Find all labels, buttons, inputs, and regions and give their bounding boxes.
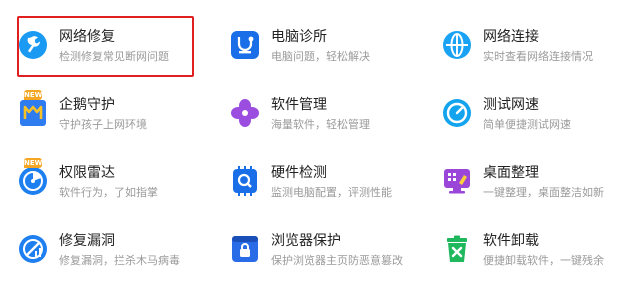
trash-icon <box>442 234 472 264</box>
tool-desc: 检测修复常见断网问题 <box>59 50 169 63</box>
tool-title: 权限雷达 <box>59 165 115 181</box>
tool-title: 修复漏洞 <box>59 233 115 249</box>
tool-pc-clinic[interactable]: 电脑诊所 电脑问题，轻松解决 <box>214 29 414 86</box>
new-badge: NEW <box>24 158 43 168</box>
tool-browser-protection[interactable]: 浏览器保护 保护浏览器主页防恶意篡改 <box>214 233 414 290</box>
wrench-icon <box>18 30 48 60</box>
tool-desc: 简单便捷测试网速 <box>483 118 571 131</box>
new-badge: NEW <box>24 90 43 100</box>
tool-title: 桌面整理 <box>483 165 539 181</box>
tool-desc: 软件行为，了如指掌 <box>59 186 158 199</box>
tool-penguin-guard[interactable]: NEW 企鹅守护 守护孩子上网环境 <box>2 90 202 154</box>
tool-vulnerability-fix[interactable]: 修复漏洞 修复漏洞，拦杀木马病毒 <box>2 233 202 290</box>
tool-title: 硬件检测 <box>271 165 327 181</box>
tool-desc: 电脑问题，轻松解决 <box>271 50 370 63</box>
tool-title: 网络连接 <box>483 29 539 45</box>
tool-title: 软件卸载 <box>483 233 539 249</box>
tool-network-connection[interactable]: 网络连接 实时查看网络连接情况 <box>426 29 626 86</box>
tool-speed-test[interactable]: 测试网速 简单便捷测试网速 <box>426 97 626 154</box>
tools-grid: 网络修复 检测修复常见断网问题 电脑诊所 电脑问题，轻松解决 网络连接 实时查看… <box>0 0 640 276</box>
tool-desktop-organize[interactable]: 桌面整理 一键整理，桌面整洁如新 <box>426 165 626 222</box>
speedometer-icon <box>442 98 472 128</box>
browser-lock-icon <box>230 234 260 264</box>
tool-software-manager[interactable]: 软件管理 海量软件，轻松管理 <box>214 97 414 154</box>
tool-desc: 一键整理，桌面整洁如新 <box>483 186 604 199</box>
tool-software-uninstall[interactable]: 软件卸载 便捷卸载软件，一键残余 <box>426 233 626 290</box>
tool-title: 测试网速 <box>483 97 539 113</box>
tool-desc: 实时查看网络连接情况 <box>483 50 593 63</box>
radar-icon <box>18 166 48 196</box>
petal-icon <box>230 98 260 128</box>
tool-title: 企鹅守护 <box>59 97 115 113</box>
chip-icon <box>230 166 260 196</box>
tool-network-repair[interactable]: 网络修复 检测修复常见断网问题 <box>2 29 202 86</box>
tool-hardware-check[interactable]: 硬件检测 监测电脑配置，评测性能 <box>214 165 414 222</box>
tool-desc: 修复漏洞，拦杀木马病毒 <box>59 254 180 267</box>
tool-desc: 监测电脑配置，评测性能 <box>271 186 392 199</box>
tool-desc: 守护孩子上网环境 <box>59 118 147 131</box>
tool-desc: 保护浏览器主页防恶意篡改 <box>271 254 403 267</box>
desktop-icon <box>442 166 472 196</box>
tool-desc: 便捷卸载软件，一键残余 <box>483 254 604 267</box>
bug-fix-icon <box>18 234 48 264</box>
globe-icon <box>442 30 472 60</box>
stethoscope-icon <box>230 30 260 60</box>
tool-title: 电脑诊所 <box>271 29 327 45</box>
tool-title: 软件管理 <box>271 97 327 113</box>
tool-title: 浏览器保护 <box>271 233 341 249</box>
tool-title: 网络修复 <box>59 29 115 45</box>
shield-m-icon <box>18 98 48 128</box>
tool-desc: 海量软件，轻松管理 <box>271 118 370 131</box>
tool-permission-radar[interactable]: NEW 权限雷达 软件行为，了如指掌 <box>2 158 202 222</box>
